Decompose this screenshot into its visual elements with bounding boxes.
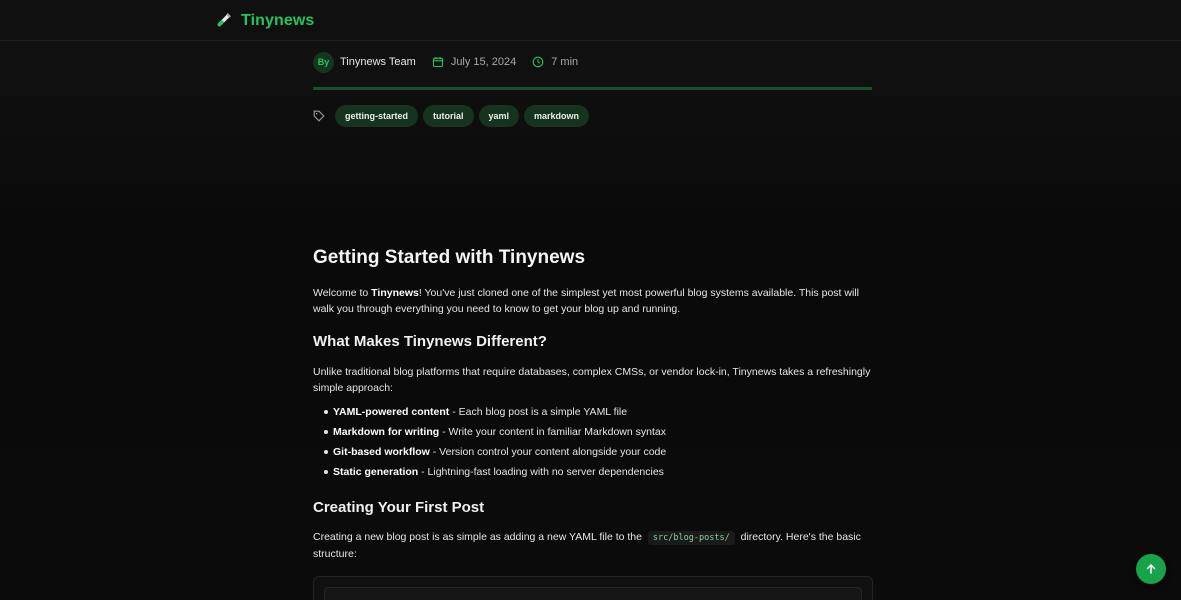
tag-getting-started[interactable]: getting-started [335, 105, 418, 127]
list-item-text: - Write your content in familiar Markdow… [439, 426, 666, 438]
tag-list: getting-started tutorial yaml markdown [313, 105, 590, 127]
arrow-up-icon [1146, 564, 1156, 574]
list-item-bold: Git-based workflow [333, 446, 430, 458]
test-tube-icon [217, 13, 231, 27]
page: Tinynews By Tinynews Team July 15, 2024 … [0, 0, 1181, 600]
code-block [313, 576, 873, 600]
read-time: 7 min [532, 56, 578, 68]
post-meta: By Tinynews Team July 15, 2024 7 min [313, 51, 594, 73]
read-time-text: 7 min [551, 56, 579, 68]
article-title: Getting Started with Tinynews [313, 247, 586, 268]
author-name: Tinynews Team [340, 56, 416, 68]
list-item-text: - Lightning-fast loading with no server … [418, 466, 664, 478]
post-date-text: July 15, 2024 [450, 56, 517, 68]
top-navigation-bar: Tinynews [0, 0, 1181, 41]
brand-name: Tinynews [241, 12, 315, 29]
list-item-text: - Version control your content alongside… [429, 446, 667, 458]
list-item-text: - Each blog post is a simple YAML file [449, 406, 628, 418]
article-body: Getting Started with Tinynews Welcome to… [313, 246, 875, 562]
list-item: Static generation - Lightning-fast loadi… [313, 462, 875, 482]
divider [313, 87, 872, 90]
section-heading-first-post: Creating Your First Post [313, 499, 485, 516]
section-paragraph-first-post: Creating a new blog post is as simple as… [313, 529, 875, 562]
brand-home-link[interactable]: Tinynews [213, 11, 314, 31]
list-item-bold: Markdown for writing [333, 426, 440, 438]
inline-code-path: src/blog-posts/ [647, 531, 735, 545]
author-avatar: By [313, 51, 334, 73]
list-item-bold: YAML-powered content [333, 406, 450, 418]
feature-list: YAML-powered content - Each blog post is… [313, 402, 875, 482]
clock-icon [532, 56, 544, 68]
section-heading-different: What Makes Tinynews Different? [313, 333, 547, 350]
back-to-top-button[interactable] [1136, 554, 1166, 584]
section-paragraph-different: Unlike traditional blog platforms that r… [313, 366, 871, 394]
list-item: YAML-powered content - Each blog post is… [313, 402, 875, 422]
tag-yaml[interactable]: yaml [478, 105, 520, 127]
intro-text-start: Welcome to [313, 287, 372, 299]
tag-markdown[interactable]: markdown [524, 105, 590, 127]
list-item: Markdown for writing - Write your conten… [313, 422, 875, 442]
intro-bold: Tinynews [371, 287, 419, 299]
post-date: July 15, 2024 [432, 56, 516, 68]
tag-tutorial[interactable]: tutorial [423, 105, 474, 127]
first-post-text-start: Creating a new blog post is as simple as… [313, 531, 642, 543]
calendar-icon [432, 57, 443, 68]
intro-paragraph: Welcome to Tinynews! You've just cloned … [313, 285, 875, 317]
list-item: Git-based workflow - Version control you… [313, 442, 875, 462]
list-item-bold: Static generation [333, 466, 419, 478]
code-block-inner [324, 587, 862, 600]
tag-icon [313, 110, 325, 122]
